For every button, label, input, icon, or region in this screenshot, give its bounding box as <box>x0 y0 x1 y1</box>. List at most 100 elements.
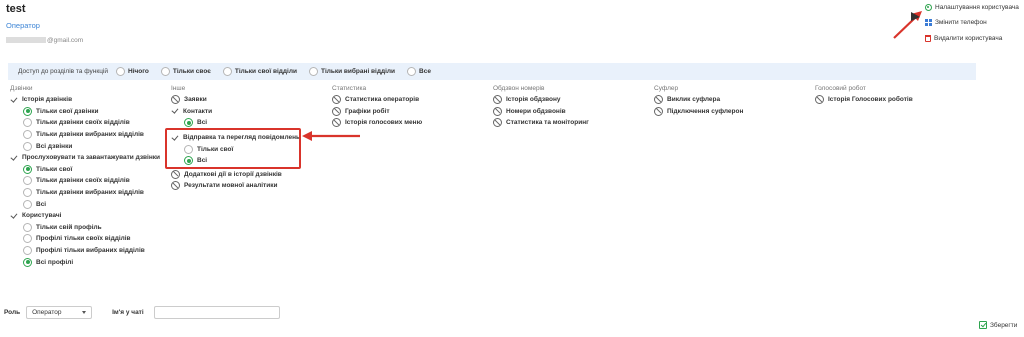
item-label: Результати мовної аналітики <box>184 182 278 190</box>
footer-form: Роль Оператор Ім'я у чаті <box>4 306 280 319</box>
radio[interactable] <box>23 257 32 267</box>
item-label: Всі <box>36 200 47 208</box>
arrow-head <box>302 131 312 141</box>
stats-item[interactable]: Статистика операторів <box>332 94 422 106</box>
dialer-item[interactable]: Номери обдзвонів <box>493 106 589 118</box>
radio[interactable] <box>116 67 125 76</box>
calls-column: Дзвінки Історія дзвінків Тільки свої дзв… <box>10 85 160 268</box>
trash-icon <box>925 35 931 42</box>
item-label: Тільки свої <box>36 165 73 173</box>
calls-header: Дзвінки <box>10 85 33 92</box>
user-settings-button[interactable]: Налаштування користувача <box>925 4 1019 11</box>
prompter-header: Суфлер <box>654 85 679 92</box>
dialer-item[interactable]: Історія обдзвону <box>493 94 589 106</box>
listen-option[interactable]: Тільки дзвінки вибраних відділів <box>10 187 160 199</box>
speech-analytics-toggle[interactable]: Результати мовної аналітики <box>171 180 300 192</box>
role-link[interactable]: Оператор <box>6 21 40 30</box>
option-label: Тільки свої відділи <box>234 68 297 75</box>
chevron-down-icon <box>82 311 87 314</box>
access-option-own-departments[interactable]: Тільки свої відділи <box>222 67 297 76</box>
chat-name-input[interactable] <box>153 306 280 319</box>
access-option-selected-departments[interactable]: Тільки вибрані відділи <box>308 67 395 76</box>
other-header: Інше <box>171 85 186 92</box>
gear-icon <box>925 4 932 11</box>
item-label: Всі <box>197 119 208 127</box>
ban-icon <box>171 181 180 191</box>
access-option-none[interactable]: Нічого <box>116 67 149 76</box>
users-option[interactable]: Профілі тільки своїх відділів <box>10 233 160 245</box>
change-phone-button[interactable]: Змінити телефон <box>925 19 987 26</box>
delete-user-button[interactable]: Видалити користувача <box>925 35 1002 42</box>
stats-item[interactable]: Історія голосових меню <box>332 117 422 129</box>
calls-option[interactable]: Тільки свої дзвінки <box>10 106 160 118</box>
prompter-item[interactable]: Підключення суфлерон <box>654 106 743 118</box>
item-label: Прослуховувати та завантажувати дзвінки <box>22 154 161 162</box>
radio[interactable] <box>23 118 32 128</box>
access-label: Доступ до розділів та функцій <box>18 68 108 75</box>
radio[interactable] <box>23 188 32 198</box>
calls-history-toggle[interactable]: Історія дзвінків <box>10 94 160 106</box>
stats-item[interactable]: Графіки робіт <box>332 106 422 118</box>
radio[interactable] <box>23 106 32 116</box>
ban-icon <box>493 118 502 128</box>
ban-icon <box>332 95 341 105</box>
radio[interactable] <box>23 176 32 186</box>
item-label: Користувачі <box>22 212 62 220</box>
radio[interactable] <box>23 164 32 174</box>
role-select[interactable]: Оператор <box>26 306 93 319</box>
ban-icon <box>654 95 663 105</box>
radio[interactable] <box>308 67 318 76</box>
listen-download-toggle[interactable]: Прослуховувати та завантажувати дзвінки <box>10 152 160 164</box>
radio[interactable] <box>23 199 32 209</box>
radio[interactable] <box>407 67 417 76</box>
calls-option[interactable]: Тільки дзвінки вибраних відділів <box>10 129 160 141</box>
check-icon <box>171 107 179 115</box>
radio[interactable] <box>23 246 32 256</box>
ban-icon <box>332 106 341 116</box>
users-toggle[interactable]: Користувачі <box>10 210 160 222</box>
contacts-toggle[interactable]: Контакти <box>171 106 300 118</box>
role-select-value: Оператор <box>32 309 62 316</box>
robot-header: Голосовий робот <box>815 85 866 92</box>
listen-option[interactable]: Тільки свої <box>10 164 160 176</box>
radio[interactable] <box>23 141 32 151</box>
access-option-own[interactable]: Тільки своє <box>160 67 211 76</box>
radio[interactable] <box>23 222 32 232</box>
save-button[interactable]: Зберегти <box>979 321 1017 329</box>
radio[interactable] <box>184 118 193 128</box>
stats-column: Статистика Статистика операторів Графіки… <box>332 85 422 129</box>
chat-name-label: Ім'я у чаті <box>112 309 144 316</box>
ban-icon <box>815 95 824 105</box>
users-option[interactable]: Всі профілі <box>10 256 160 268</box>
radio[interactable] <box>222 67 232 76</box>
extra-actions-toggle[interactable]: Додаткові дії в історії дзвінків <box>171 169 300 181</box>
calls-option[interactable]: Тільки дзвінки своїх відділів <box>10 117 160 129</box>
listen-option[interactable]: Тільки дзвінки своїх відділів <box>10 175 160 187</box>
prompter-item[interactable]: Виклик суфлера <box>654 94 743 106</box>
item-label: Тільки свої дзвінки <box>36 107 99 115</box>
access-option-all[interactable]: Все <box>407 67 431 76</box>
robot-item[interactable]: Історія Голосових роботів <box>815 94 913 106</box>
change-phone-label: Змінити телефон <box>935 19 987 26</box>
radio[interactable] <box>23 234 32 244</box>
calls-option[interactable]: Всі дзвінки <box>10 140 160 152</box>
requests-toggle[interactable]: Заявки <box>171 94 300 106</box>
item-label: Історія Голосових роботів <box>828 96 913 104</box>
users-option[interactable]: Тільки свій профіль <box>10 222 160 234</box>
listen-option[interactable]: Всі <box>10 198 160 210</box>
option-label: Тільки своє <box>172 68 211 75</box>
stats-header: Статистика <box>332 85 367 92</box>
option-label: Нічого <box>128 68 149 75</box>
robot-column: Голосовий робот Історія Голосових роботі… <box>815 85 913 106</box>
cursor-icon <box>911 12 920 21</box>
user-email: @gmail.com <box>6 37 83 44</box>
dialer-item[interactable]: Статистика та моніторинг <box>493 117 589 129</box>
radio[interactable] <box>23 130 32 140</box>
item-label: Тільки дзвінки вибраних відділів <box>36 131 144 139</box>
item-label: Всі профілі <box>36 258 74 266</box>
radio[interactable] <box>160 67 170 76</box>
prompter-column: Суфлер Виклик суфлера Підключення суфлер… <box>654 85 743 117</box>
users-option[interactable]: Профілі тільки вибраних відділів <box>10 245 160 257</box>
item-label: Профілі тільки вибраних відділів <box>36 247 145 255</box>
page-title: test <box>6 3 26 15</box>
